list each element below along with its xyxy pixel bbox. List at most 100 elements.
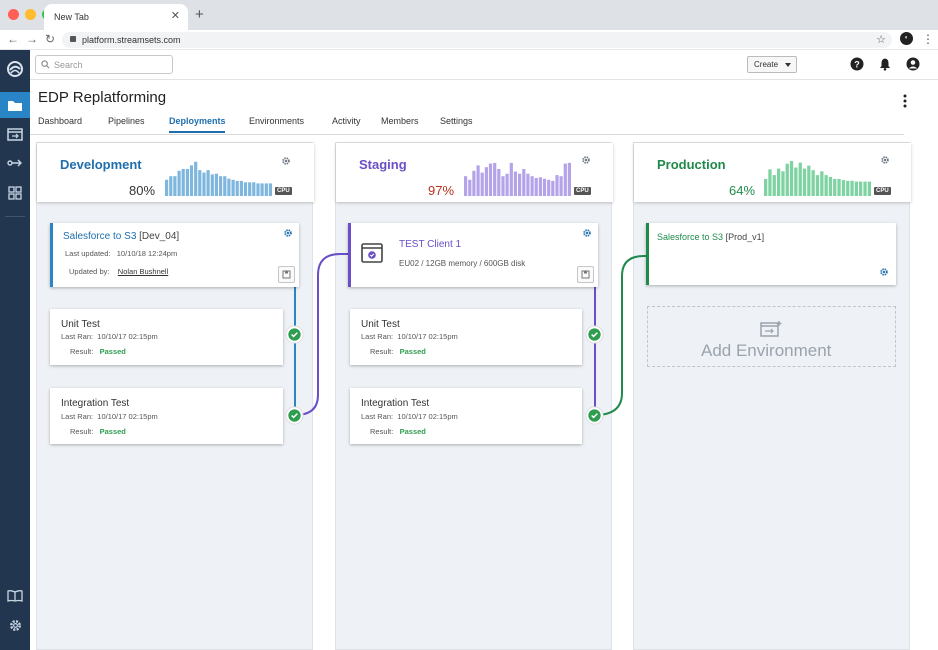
settings-gear-icon[interactable] — [0, 612, 30, 638]
last-ran-label: Last Ran: — [61, 412, 94, 421]
last-ran-label: Last Ran: — [61, 332, 94, 341]
browser-profile-icon[interactable]: ◐ — [900, 32, 913, 45]
left-rail — [0, 50, 30, 650]
cpu-percent: 64% — [729, 183, 756, 198]
close-window-button[interactable] — [8, 9, 19, 20]
last-ran-row: Last Ran: 10/10/17 02:15pm — [361, 412, 458, 421]
tab-pipelines[interactable]: Pipelines — [108, 116, 145, 126]
tab-dashboard[interactable]: Dashboard — [38, 116, 82, 126]
tab-environments[interactable]: Environments — [249, 116, 304, 126]
svg-text:?: ? — [854, 60, 860, 70]
test-card-staging-unit[interactable]: Unit Test Last Ran: 10/10/17 02:15pm Res… — [350, 309, 582, 365]
test-card-dev-integration[interactable]: Integration Test Last Ran: 10/10/17 02:1… — [50, 388, 283, 444]
url-field[interactable]: platform.streamsets.com ☆ — [62, 32, 892, 48]
cpu-bar — [476, 165, 480, 196]
last-updated-value: 10/10/18 12:24pm — [116, 249, 178, 258]
cpu-bar — [210, 174, 214, 196]
pipeline-card-dev[interactable]: Salesforce to S3 [Dev_04] Last updated: … — [50, 223, 299, 287]
last-ran-value: 10/10/17 02:15pm — [97, 412, 158, 421]
reload-icon[interactable]: ↻ — [45, 32, 55, 46]
bell-icon[interactable] — [878, 57, 892, 71]
pipeline-title: Salesforce to S3 [Prod_v1] — [657, 232, 764, 242]
cpu-bar — [764, 178, 768, 196]
cpu-bar — [464, 176, 468, 196]
client-name: TEST Client 1 — [399, 239, 462, 250]
cpu-bar — [468, 179, 472, 196]
test-card-dev-unit[interactable]: Unit Test Last Ran: 10/10/17 02:15pm Res… — [50, 309, 283, 365]
cpu-bar — [243, 182, 248, 196]
cpu-bar — [837, 178, 841, 196]
environment-settings-gear-icon[interactable] — [581, 155, 591, 165]
cpu-bar — [189, 165, 194, 196]
cpu-bar — [859, 181, 863, 196]
updated-by-link[interactable]: Nolan Bushnell — [118, 267, 168, 276]
back-icon[interactable]: ← — [7, 32, 19, 46]
cpu-badge: CPU — [874, 187, 891, 195]
pipeline-card-production[interactable]: Salesforce to S3 [Prod_v1] — [646, 223, 896, 285]
cpu-bar — [173, 176, 177, 196]
environment-settings-gear-icon[interactable] — [281, 156, 291, 166]
search-input[interactable]: Search — [35, 55, 173, 74]
tabs-divider — [30, 134, 904, 135]
create-button[interactable]: Create — [747, 56, 797, 73]
rail-divider — [5, 216, 25, 217]
cpu-bar — [802, 168, 807, 196]
save-button[interactable] — [577, 266, 594, 283]
tab-members[interactable]: Members — [381, 116, 419, 126]
cpu-bar — [815, 175, 820, 196]
add-environment-icon — [760, 321, 782, 337]
add-environment-button[interactable]: Add Environment — [647, 306, 896, 367]
cpu-bar — [854, 181, 858, 196]
tab-close-icon[interactable]: ✕ — [171, 9, 180, 22]
header-divider — [30, 79, 938, 80]
help-icon[interactable]: ? — [850, 57, 864, 71]
cpu-bar — [509, 162, 513, 196]
cpu-bar — [165, 179, 169, 196]
tab-deployments[interactable]: Deployments — [169, 116, 226, 126]
bookmark-star-icon[interactable]: ☆ — [876, 33, 886, 46]
grid-icon[interactable] — [0, 180, 30, 206]
environment-settings-gear-icon[interactable] — [880, 155, 890, 165]
last-ran-label: Last Ran: — [361, 412, 394, 421]
tab-activity[interactable]: Activity — [332, 116, 361, 126]
cpu-bar — [811, 170, 815, 196]
minimize-window-button[interactable] — [25, 9, 36, 20]
pipeline-settings-gear-icon[interactable] — [283, 228, 293, 238]
folder-icon[interactable] — [0, 92, 30, 118]
cpu-bar — [252, 182, 256, 196]
pipeline-name: Salesforce to S3 — [657, 232, 724, 242]
cpu-bar — [522, 169, 526, 196]
more-options-icon[interactable] — [899, 93, 911, 109]
client-settings-gear-icon[interactable] — [582, 228, 592, 238]
user-icon[interactable] — [906, 57, 920, 71]
cpu-bar — [505, 173, 509, 196]
cpu-bar — [198, 170, 202, 196]
forward-icon[interactable]: → — [26, 32, 38, 46]
result-value: Passed — [399, 347, 426, 356]
cpu-bar — [227, 178, 231, 196]
cpu-bar — [563, 163, 567, 196]
cpu-bar — [169, 176, 173, 196]
result-label: Result: — [70, 427, 94, 436]
deployment-icon[interactable] — [0, 121, 30, 147]
client-card-staging[interactable]: TEST Client 1 EU02 / 12GB memory / 600GB… — [348, 223, 598, 287]
browser-menu-icon[interactable]: ⋮ — [922, 32, 934, 46]
test-card-staging-integration[interactable]: Integration Test Last Ran: 10/10/17 02:1… — [350, 388, 582, 444]
streamsets-logo-icon[interactable] — [0, 56, 30, 82]
cpu-bar — [551, 180, 555, 196]
pipeline-settings-gear-icon[interactable] — [879, 267, 889, 277]
browser-tab[interactable]: New Tab ✕ — [44, 4, 188, 30]
cpu-bar — [798, 162, 802, 196]
book-icon[interactable] — [0, 583, 30, 609]
save-button[interactable] — [278, 266, 295, 283]
last-ran-value: 10/10/17 02:15pm — [97, 332, 158, 341]
test-title: Integration Test — [361, 398, 430, 409]
pipeline-arrow-icon[interactable] — [0, 150, 30, 176]
cpu-bar — [480, 172, 484, 196]
last-ran-row: Last Ran: 10/10/17 02:15pm — [61, 412, 158, 421]
environment-name: Production — [657, 157, 726, 172]
tab-settings[interactable]: Settings — [440, 116, 473, 126]
cpu-bar — [542, 178, 547, 196]
last-ran-label: Last Ran: — [361, 332, 394, 341]
new-tab-button[interactable]: + — [195, 6, 204, 23]
